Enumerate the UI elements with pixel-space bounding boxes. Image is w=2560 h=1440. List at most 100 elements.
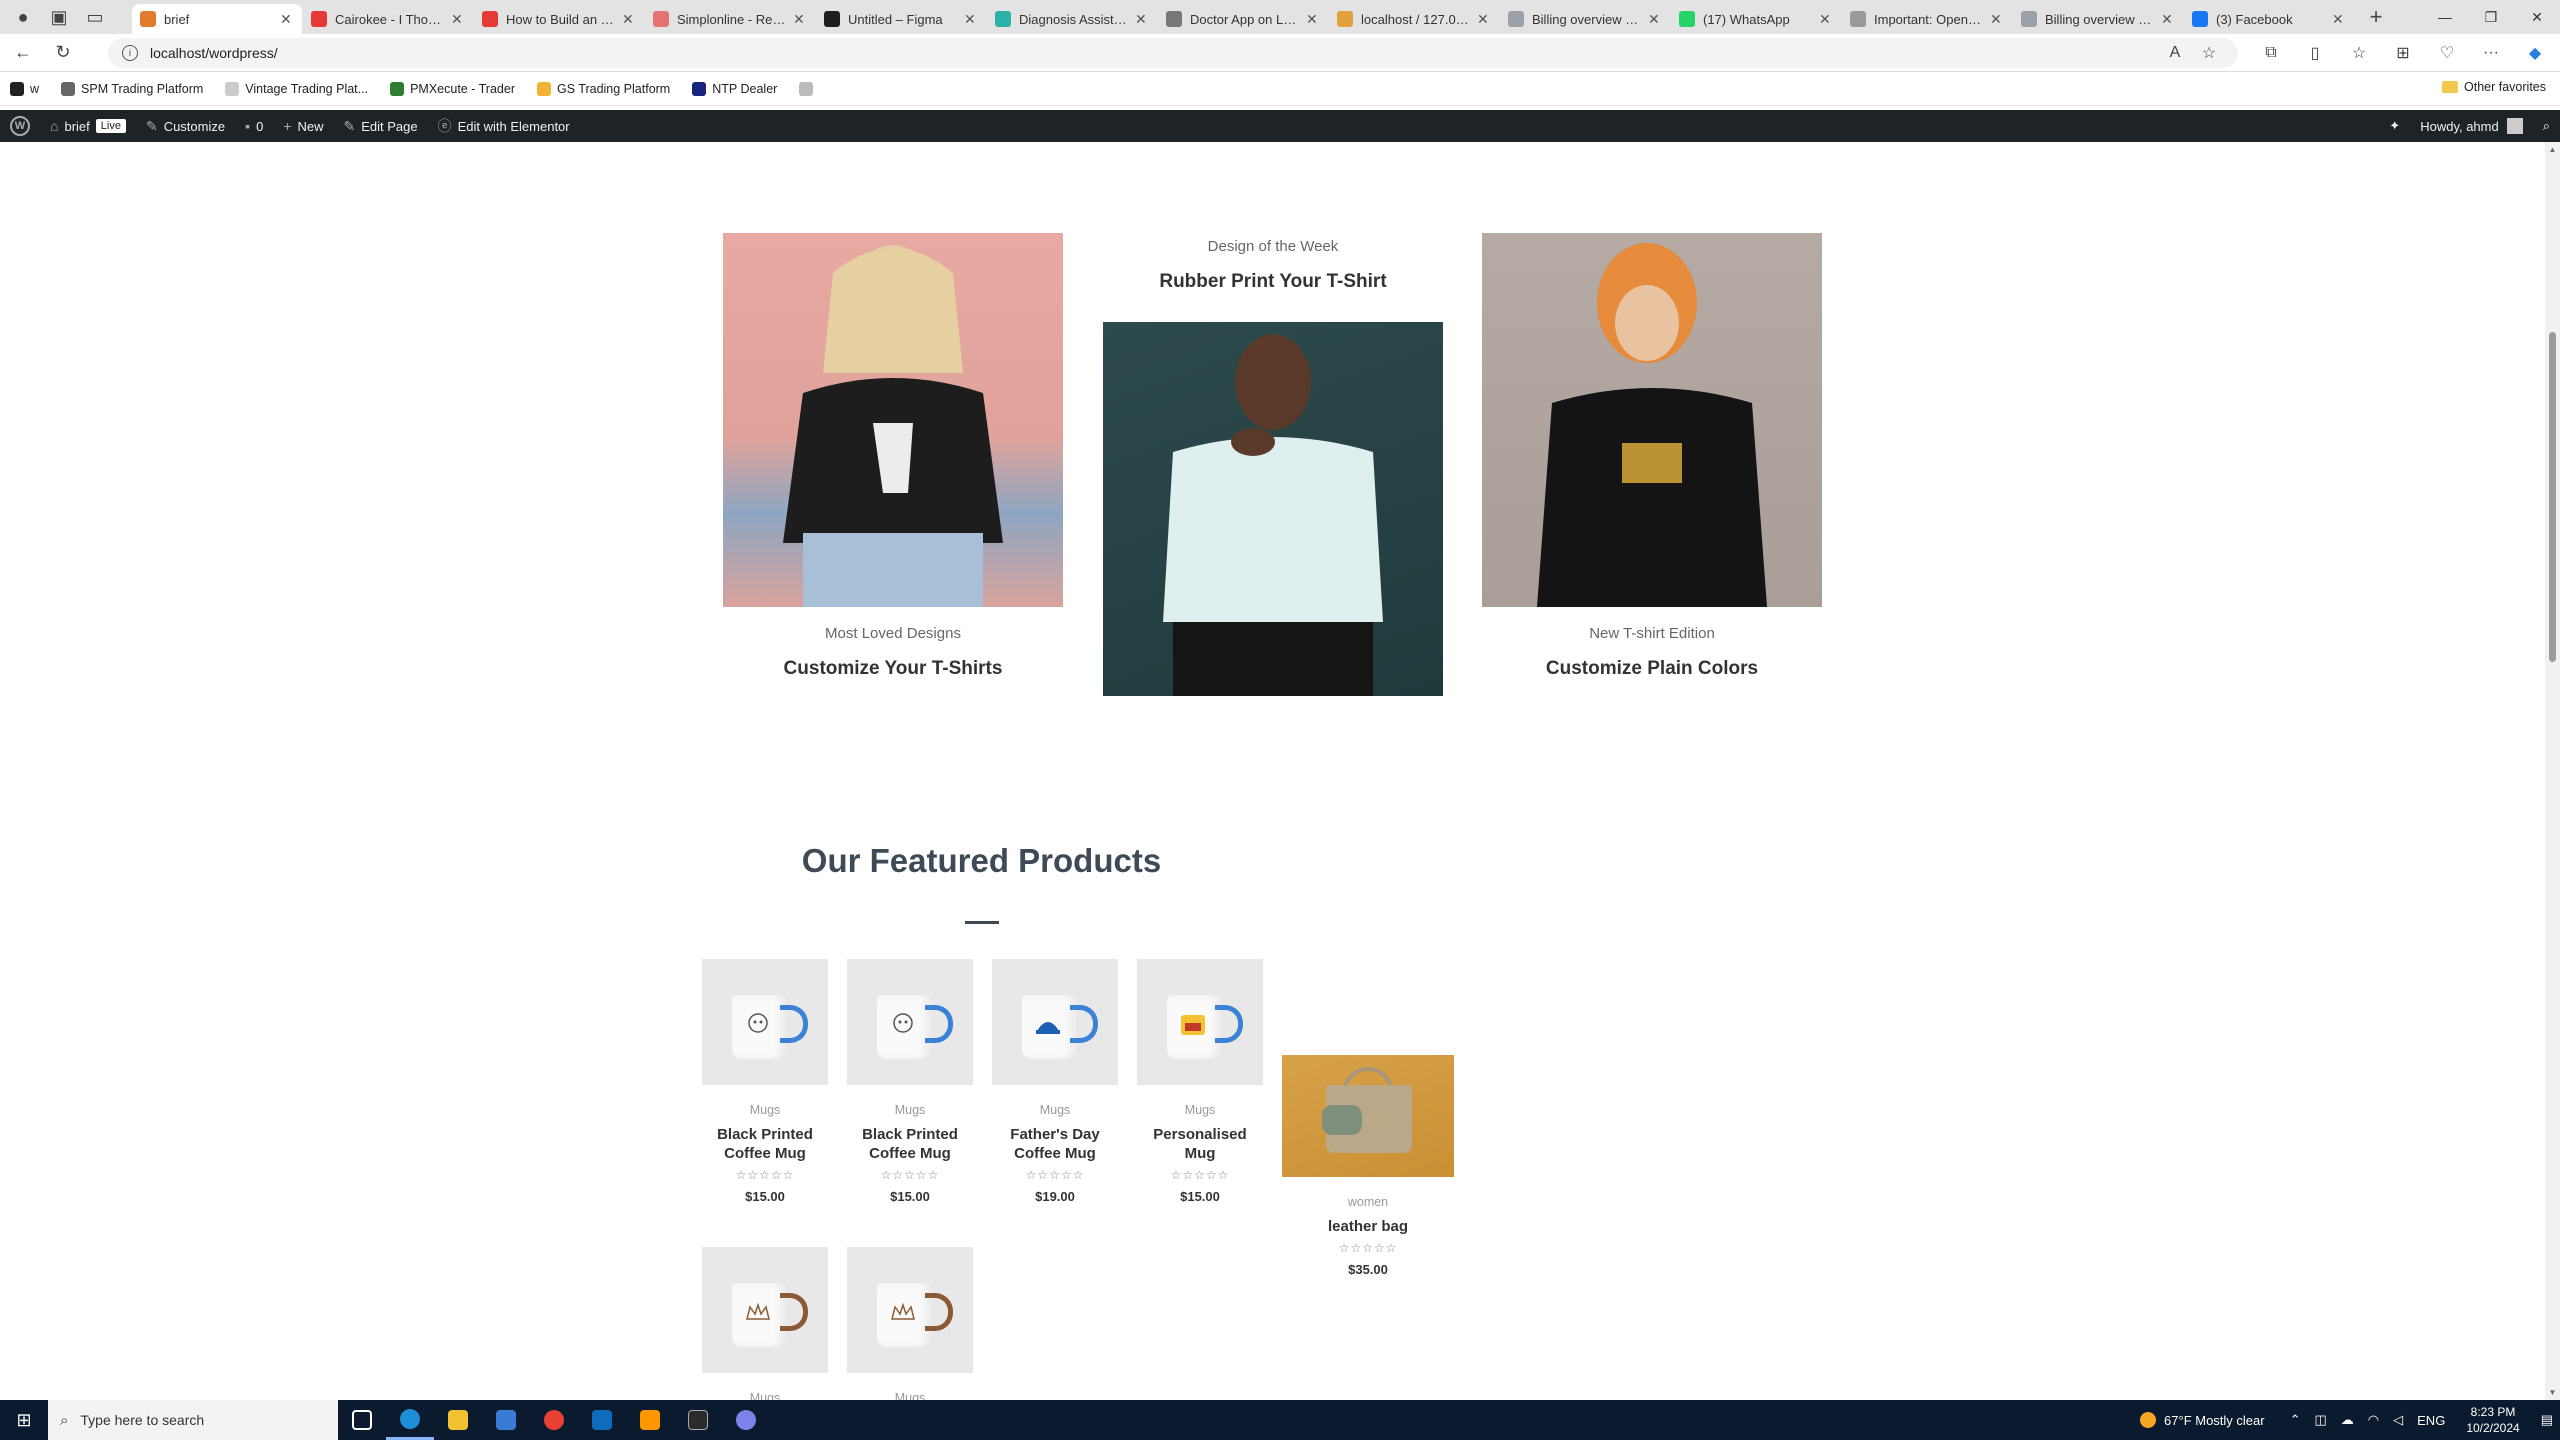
collections-icon[interactable]: ⊞ bbox=[2388, 38, 2418, 68]
chrome-icon[interactable] bbox=[530, 1400, 578, 1440]
browser-tab[interactable]: Diagnosis Assistant ✕ bbox=[987, 4, 1157, 34]
product-card[interactable]: Mugs Personalised Mug ☆☆☆☆☆ $15.00 bbox=[1137, 959, 1263, 1204]
product-image[interactable] bbox=[847, 1247, 973, 1373]
cloud-icon[interactable]: ☁ bbox=[2341, 1412, 2354, 1428]
read-aloud-icon[interactable]: A bbox=[2160, 38, 2190, 68]
admin-search-icon[interactable]: ⌕ bbox=[2533, 110, 2560, 142]
split-screen-icon[interactable]: ▯ bbox=[2300, 38, 2330, 68]
product-category[interactable]: Mugs bbox=[702, 1103, 828, 1117]
tab-close-icon[interactable]: ✕ bbox=[964, 11, 978, 28]
edit-page-link[interactable]: ✎ Edit Page bbox=[334, 110, 428, 142]
browser-tab[interactable]: Important: OpenAI A ✕ bbox=[1842, 4, 2012, 34]
copilot-icon[interactable]: ◆ bbox=[2520, 38, 2550, 68]
my-account-menu[interactable]: Howdy, ahmd bbox=[2410, 110, 2533, 142]
browser-tab[interactable]: Billing overview - Op ✕ bbox=[2013, 4, 2183, 34]
promo-image-center[interactable] bbox=[1103, 322, 1443, 696]
network-icon[interactable]: ◫ bbox=[2315, 1412, 2327, 1428]
teams-icon[interactable] bbox=[722, 1400, 770, 1440]
product-card[interactable]: Mugs bbox=[702, 1247, 828, 1400]
outlook-icon[interactable] bbox=[578, 1400, 626, 1440]
tab-actions-icon[interactable]: ▭ bbox=[80, 2, 110, 32]
bookmark-item[interactable]: GS Trading Platform bbox=[536, 81, 670, 96]
weather-widget[interactable]: 67°F Mostly clear bbox=[2140, 1412, 2265, 1428]
product-category[interactable]: Mugs bbox=[702, 1391, 828, 1400]
browser-tab[interactable]: Simplonline - Review ✕ bbox=[645, 4, 815, 34]
product-name[interactable]: Black Printed Coffee Mug bbox=[702, 1125, 828, 1163]
tab-close-icon[interactable]: ✕ bbox=[1306, 11, 1320, 28]
site-name-menu[interactable]: ⌂ brief Live bbox=[40, 110, 136, 142]
notifications-icon[interactable]: ▤ bbox=[2541, 1412, 2553, 1428]
tab-close-icon[interactable]: ✕ bbox=[1477, 11, 1491, 28]
product-image[interactable] bbox=[847, 959, 973, 1085]
product-name[interactable]: Father's Day Coffee Mug bbox=[992, 1125, 1118, 1163]
bookmark-item[interactable]: NTP Dealer bbox=[692, 81, 777, 96]
promo-right-title[interactable]: Customize Plain Colors bbox=[1482, 658, 1822, 680]
refresh-icon[interactable]: ↻ bbox=[46, 36, 80, 70]
product-card[interactable]: Mugs bbox=[847, 1247, 973, 1400]
terminal-icon[interactable] bbox=[674, 1400, 722, 1440]
browser-tab[interactable]: (17) WhatsApp ✕ bbox=[1671, 4, 1841, 34]
bookmark-item[interactable]: w bbox=[10, 81, 39, 96]
file-explorer-icon[interactable] bbox=[434, 1400, 482, 1440]
tab-close-icon[interactable]: ✕ bbox=[1819, 11, 1833, 28]
product-image[interactable] bbox=[1282, 1055, 1454, 1177]
scroll-down-arrow-icon[interactable]: ▼ bbox=[2545, 1385, 2560, 1400]
product-category[interactable]: women bbox=[1282, 1195, 1454, 1209]
favorite-star-icon[interactable]: ☆ bbox=[2194, 38, 2224, 68]
browser-essentials-icon[interactable]: ♡ bbox=[2432, 38, 2462, 68]
other-favorites[interactable]: Other favorites bbox=[2442, 80, 2546, 94]
language-indicator[interactable]: ENG bbox=[2417, 1413, 2445, 1428]
browser-tab[interactable]: How to Build an E-C ✕ bbox=[474, 4, 644, 34]
bookmark-item[interactable]: Vintage Trading Plat... bbox=[225, 81, 368, 96]
extensions-icon[interactable]: ⧉ bbox=[2256, 38, 2286, 68]
workspaces-icon[interactable]: ▣ bbox=[44, 2, 74, 32]
sparkle-icon[interactable]: ✦ bbox=[2379, 110, 2410, 142]
start-button[interactable]: ⊞ bbox=[0, 1400, 48, 1440]
product-card[interactable]: Mugs Black Printed Coffee Mug ☆☆☆☆☆ $15.… bbox=[702, 959, 828, 1204]
tab-close-icon[interactable]: ✕ bbox=[1648, 11, 1662, 28]
browser-tab[interactable]: Billing overview - Op ✕ bbox=[1500, 4, 1670, 34]
product-image[interactable] bbox=[702, 959, 828, 1085]
scrollbar-thumb[interactable] bbox=[2549, 332, 2556, 662]
minimize-button[interactable]: — bbox=[2422, 0, 2468, 34]
product-name[interactable]: Personalised Mug bbox=[1137, 1125, 1263, 1163]
product-category[interactable]: Mugs bbox=[847, 1391, 973, 1400]
wp-logo-menu[interactable]: W bbox=[0, 110, 40, 142]
product-card[interactable]: Mugs Father's Day Coffee Mug ☆☆☆☆☆ $19.0… bbox=[992, 959, 1118, 1204]
tab-close-icon[interactable]: ✕ bbox=[2332, 11, 2346, 28]
promo-left-title[interactable]: Customize Your T-Shirts bbox=[723, 658, 1063, 680]
product-image[interactable] bbox=[702, 1247, 828, 1373]
settings-more-icon[interactable]: ··· bbox=[2476, 38, 2506, 68]
profile-icon[interactable]: ● bbox=[8, 2, 38, 32]
chevron-up-icon[interactable]: ⌃ bbox=[2290, 1412, 2301, 1428]
browser-tab[interactable]: Untitled – Figma ✕ bbox=[816, 4, 986, 34]
url-field[interactable]: i localhost/wordpress/ bbox=[108, 38, 2238, 68]
volume-icon[interactable]: ◁ bbox=[2393, 1412, 2403, 1428]
clock[interactable]: 8:23 PM 10/2/2024 bbox=[2466, 1404, 2519, 1436]
close-window-button[interactable]: ✕ bbox=[2514, 0, 2560, 34]
tab-close-icon[interactable]: ✕ bbox=[622, 11, 636, 28]
product-category[interactable]: Mugs bbox=[992, 1103, 1118, 1117]
tab-close-icon[interactable]: ✕ bbox=[451, 11, 465, 28]
favorites-icon[interactable]: ☆ bbox=[2344, 38, 2374, 68]
page-scrollbar[interactable]: ▲ ▼ bbox=[2545, 142, 2560, 1400]
tab-close-icon[interactable]: ✕ bbox=[1135, 11, 1149, 28]
customize-link[interactable]: ✎ Customize bbox=[136, 110, 235, 142]
new-content-menu[interactable]: + New bbox=[273, 110, 333, 142]
sublime-icon[interactable] bbox=[626, 1400, 674, 1440]
product-image[interactable] bbox=[992, 959, 1118, 1085]
comments-link[interactable]: ▪ 0 bbox=[235, 110, 273, 142]
task-view-icon[interactable] bbox=[338, 1400, 386, 1440]
product-image[interactable] bbox=[1137, 959, 1263, 1085]
bookmark-item[interactable] bbox=[799, 81, 819, 96]
tab-close-icon[interactable]: ✕ bbox=[1990, 11, 2004, 28]
browser-tab[interactable]: localhost / 127.0.0.1 ✕ bbox=[1329, 4, 1499, 34]
product-category[interactable]: Mugs bbox=[1137, 1103, 1263, 1117]
site-info-icon[interactable]: i bbox=[122, 45, 138, 61]
promo-image-left[interactable] bbox=[723, 233, 1063, 607]
edit-with-elementor-link[interactable]: ⓔ Edit with Elementor bbox=[428, 110, 580, 142]
bookmark-item[interactable]: PMXecute - Trader bbox=[390, 81, 515, 96]
product-name[interactable]: leather bag bbox=[1282, 1217, 1454, 1236]
product-card[interactable]: women leather bag ☆☆☆☆☆ $35.00 bbox=[1282, 1055, 1454, 1277]
promo-image-right[interactable] bbox=[1482, 233, 1822, 607]
